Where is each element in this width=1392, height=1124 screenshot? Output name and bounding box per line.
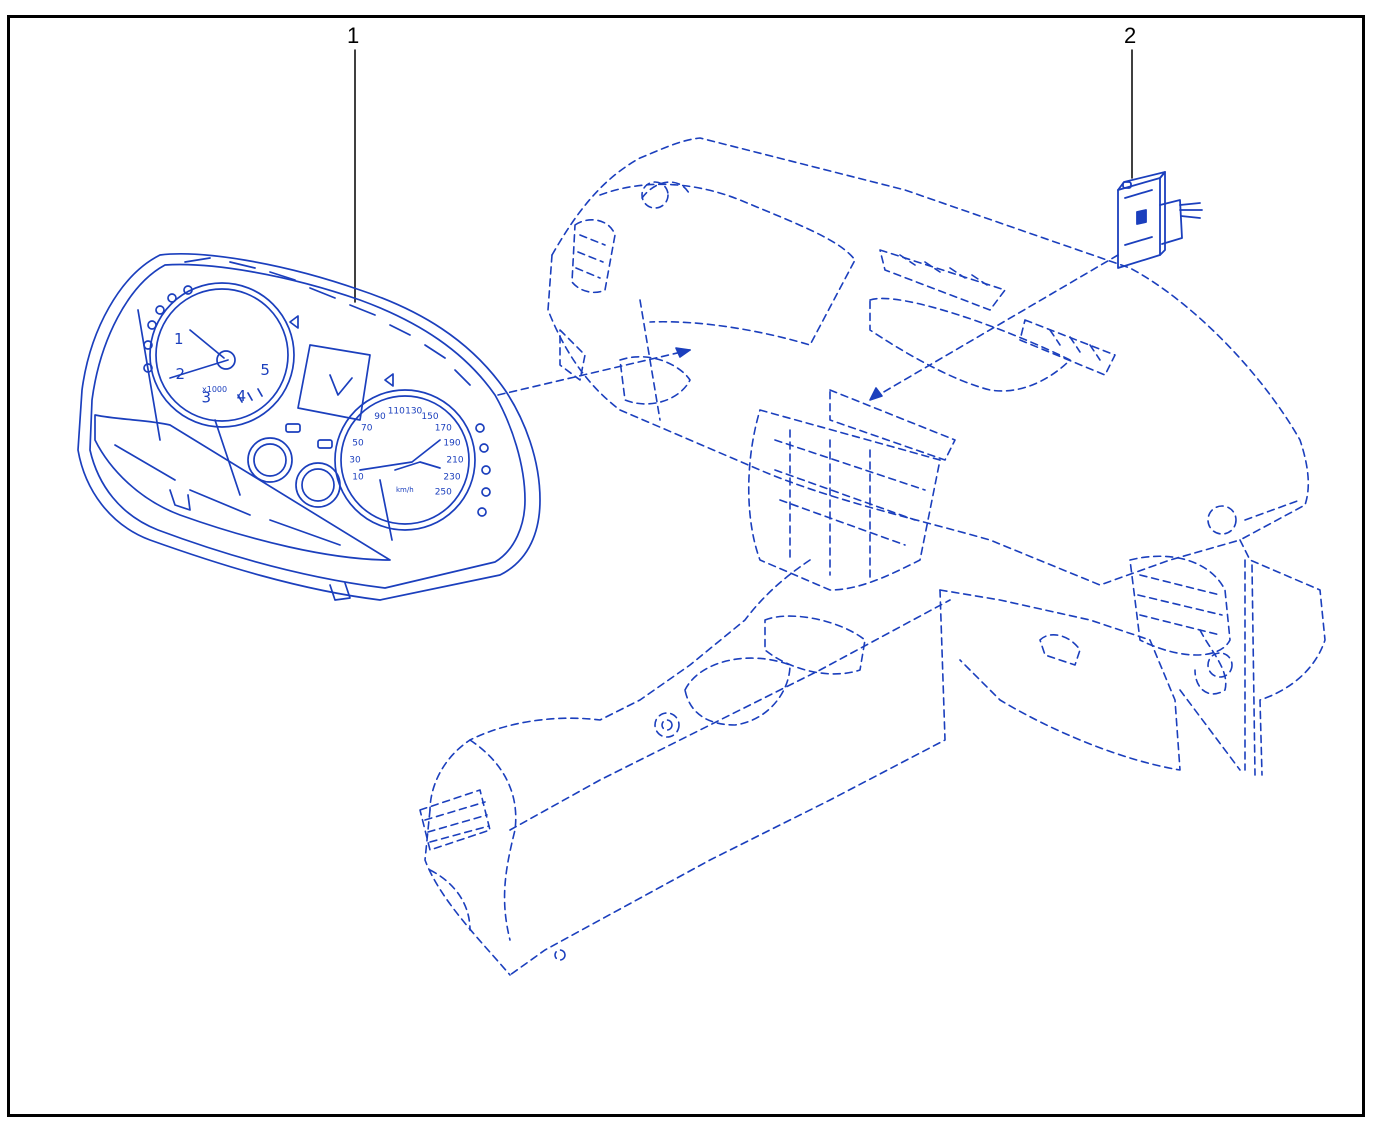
- speedometer-scale: 10 30 50 7090110 130150170 190 210 230 250: [349, 406, 464, 497]
- tach-number-1: 1: [174, 330, 184, 348]
- speedo-number-170: 170: [435, 423, 452, 433]
- speedo-number-10: 10: [352, 473, 364, 483]
- speedometer-unit-label: km/h: [396, 486, 414, 494]
- speedo-number-230: 230: [443, 473, 460, 483]
- tachometer-unit-label: x1000: [202, 385, 227, 394]
- tach-number-2: 2: [176, 365, 186, 383]
- speedo-number-30: 30: [349, 456, 361, 466]
- speedo-number-110: 110: [388, 406, 405, 416]
- arrow-head: [869, 387, 883, 401]
- speedo-number-130: 130: [405, 406, 422, 416]
- tachometer-dial: [149, 282, 295, 428]
- speedo-number-190: 190: [443, 438, 460, 448]
- speedo-number-250: 250: [435, 488, 452, 498]
- speedo-number-90: 90: [374, 412, 386, 422]
- callout-number-2: 2: [1124, 23, 1137, 48]
- speedo-number-70: 70: [361, 423, 373, 433]
- center-display: [297, 344, 371, 421]
- tach-number-4: 4: [237, 387, 247, 405]
- callout-number-1: 1: [347, 23, 360, 48]
- instrument-cluster-part-1: [77, 253, 541, 601]
- speedo-number-210: 210: [446, 456, 463, 466]
- speedo-number-150: 150: [421, 412, 438, 422]
- module-part-2: [1117, 171, 1203, 269]
- dashboard-phantom: [419, 137, 1326, 976]
- speedo-number-50: 50: [352, 438, 364, 448]
- tach-number-5: 5: [260, 361, 270, 379]
- exploded-parts-diagram: 123 45 1030507090110 130150170190210230250…: [77, 49, 1326, 976]
- arrow-head: [675, 347, 691, 358]
